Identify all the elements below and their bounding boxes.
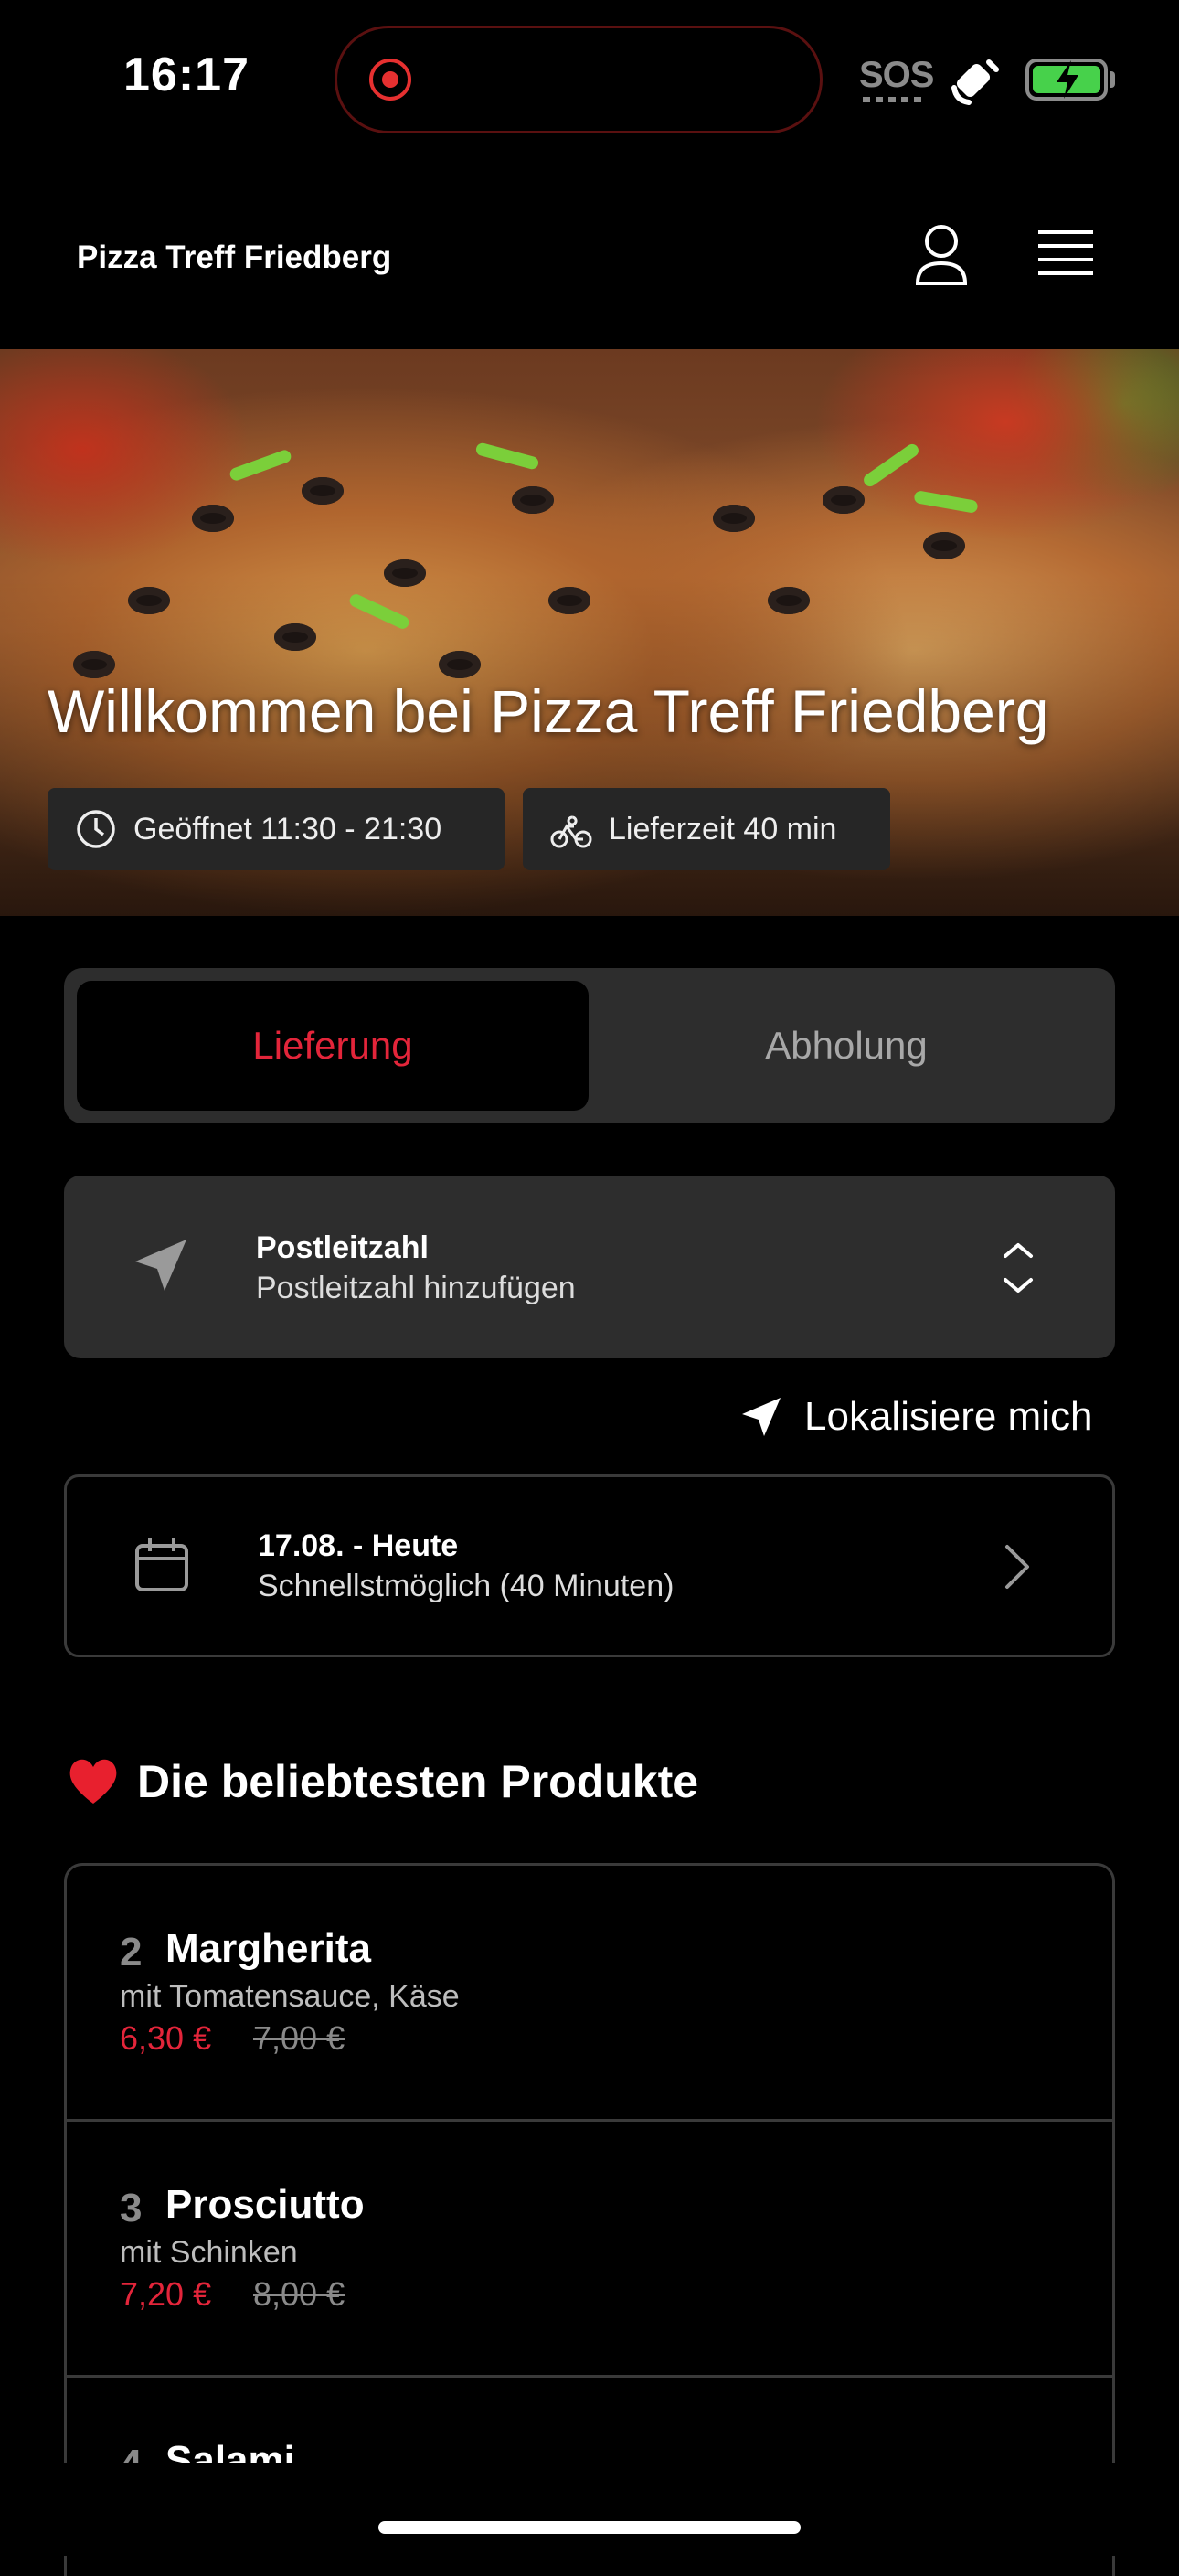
menu-icon[interactable] [1036,229,1095,282]
opening-hours-text: Geöffnet 11:30 - 21:30 [133,811,442,846]
bicycle-icon [550,815,592,848]
tab-pickup[interactable]: Abholung [590,981,1102,1111]
popular-products-heading: Die beliebtesten Produkte [66,1755,698,1808]
screen-recording-icon [369,59,411,101]
locate-me-label: Lokalisiere mich [804,1394,1093,1439]
satellite-icon [951,59,999,105]
restaurant-brand[interactable]: Pizza Treff Friedberg [77,240,391,276]
home-indicator[interactable] [378,2521,801,2534]
charging-bolt-icon [1057,60,1078,99]
sos-indicator: SOS [859,55,934,95]
signal-dots [863,97,921,102]
postcode-placeholder: Postleitzahl hinzufügen [256,1271,576,1305]
location-arrow-icon [135,1240,186,1291]
delivery-date: 17.08. - Heute [258,1528,459,1563]
chevron-up-down-icon [1004,1243,1033,1293]
delivery-time-badge: Lieferzeit 40 min [523,788,890,870]
delivery-time-text: Lieferzeit 40 min [609,811,837,846]
battery-tip [1110,71,1115,88]
delivery-slot: Schnellstmöglich (40 Minuten) [258,1569,674,1603]
postcode-label: Postleitzahl [256,1230,429,1265]
product-number: 3 [120,2186,143,2230]
product-name: Margherita [165,1926,371,1971]
popular-products-title: Die beliebtesten Produkte [137,1756,699,1807]
status-time: 16:17 [123,48,250,101]
tab-delivery[interactable]: Lieferung [77,981,589,1111]
clock-icon [77,810,115,848]
product-name: Prosciutto [165,2182,365,2227]
delivery-time-selector[interactable] [64,1474,1115,1657]
postcode-selector[interactable] [64,1176,1115,1358]
product-item-margherita[interactable]: 2 Margherita mit Tomatensauce, Käse 6,30… [67,1866,1112,2122]
locate-me-button[interactable]: Lokalisiere mich [740,1389,1092,1444]
user-icon[interactable] [912,223,971,289]
heart-icon [69,1759,117,1804]
product-price: 6,30 € [120,2019,212,2057]
product-old-price: 8,00 € [253,2275,345,2313]
product-old-price: 7,00 € [253,2019,345,2057]
bottom-safe-area [0,2463,1179,2556]
navigation-arrow-icon [742,1398,781,1436]
chevron-right-icon [1005,1545,1029,1589]
product-description: mit Tomatensauce, Käse [120,1979,460,2014]
hero-title: Willkommen bei Pizza Treff Friedberg [48,677,1049,745]
product-description: mit Schinken [120,2235,298,2270]
product-number: 2 [120,1930,143,1975]
calendar-icon [135,1538,188,1591]
product-item-prosciutto[interactable]: 3 Prosciutto mit Schinken 7,20 € 8,00 € [67,2122,1112,2378]
opening-hours-badge: Geöffnet 11:30 - 21:30 [48,788,505,870]
product-price: 7,20 € [120,2275,212,2313]
